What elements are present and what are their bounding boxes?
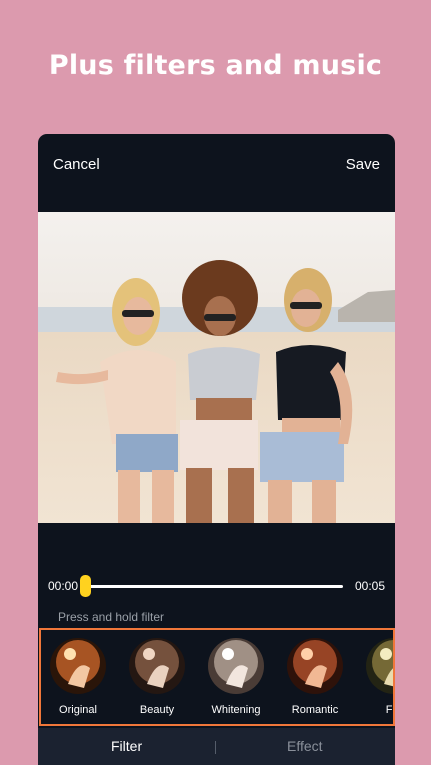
timeline-knob[interactable] [80,575,91,597]
filter-label: Whitening [211,704,261,716]
filter-thumbnail [287,638,343,694]
filter-thumbnail [208,638,264,694]
filter-item-beauty[interactable]: Beauty [118,638,196,716]
filter-item-romantic[interactable]: Romantic [276,638,354,716]
filter-label: Original [59,704,97,716]
tab-effect[interactable]: Effect [287,738,323,754]
tab-filter[interactable]: Filter [111,738,142,754]
filter-thumbnail [129,638,185,694]
filter-hint: Press and hold filter [58,610,165,624]
filter-item-whitening[interactable]: Whitening [197,638,275,716]
filter-thumbnail [366,638,393,694]
filter-item-original[interactable]: Original [41,638,117,716]
filter-thumbnail [50,638,106,694]
filter-label: Beauty [139,704,175,716]
top-bar: Cancel Save [38,134,395,212]
tab-divider [215,741,216,754]
photo-preview [38,212,395,523]
timeline-track[interactable] [85,585,343,588]
headline: Plus filters and music [48,50,383,81]
filter-strip: Original Beauty Whitening Romantic Fre [39,628,395,726]
timeline: 00:00 00:05 [38,570,395,600]
time-start: 00:00 [48,579,79,593]
tab-bar: Filter Effect [38,728,395,765]
filter-item-fresh[interactable]: Fre [355,638,393,716]
time-end: 00:05 [354,579,385,593]
phone-frame: Cancel Save 00:00 00:05 Press and hold f… [38,134,395,765]
cancel-button[interactable]: Cancel [53,156,100,173]
preview-image [38,212,395,523]
filter-label: Romantic [291,704,339,716]
filter-label: Fre [385,704,393,716]
save-button[interactable]: Save [346,156,380,173]
